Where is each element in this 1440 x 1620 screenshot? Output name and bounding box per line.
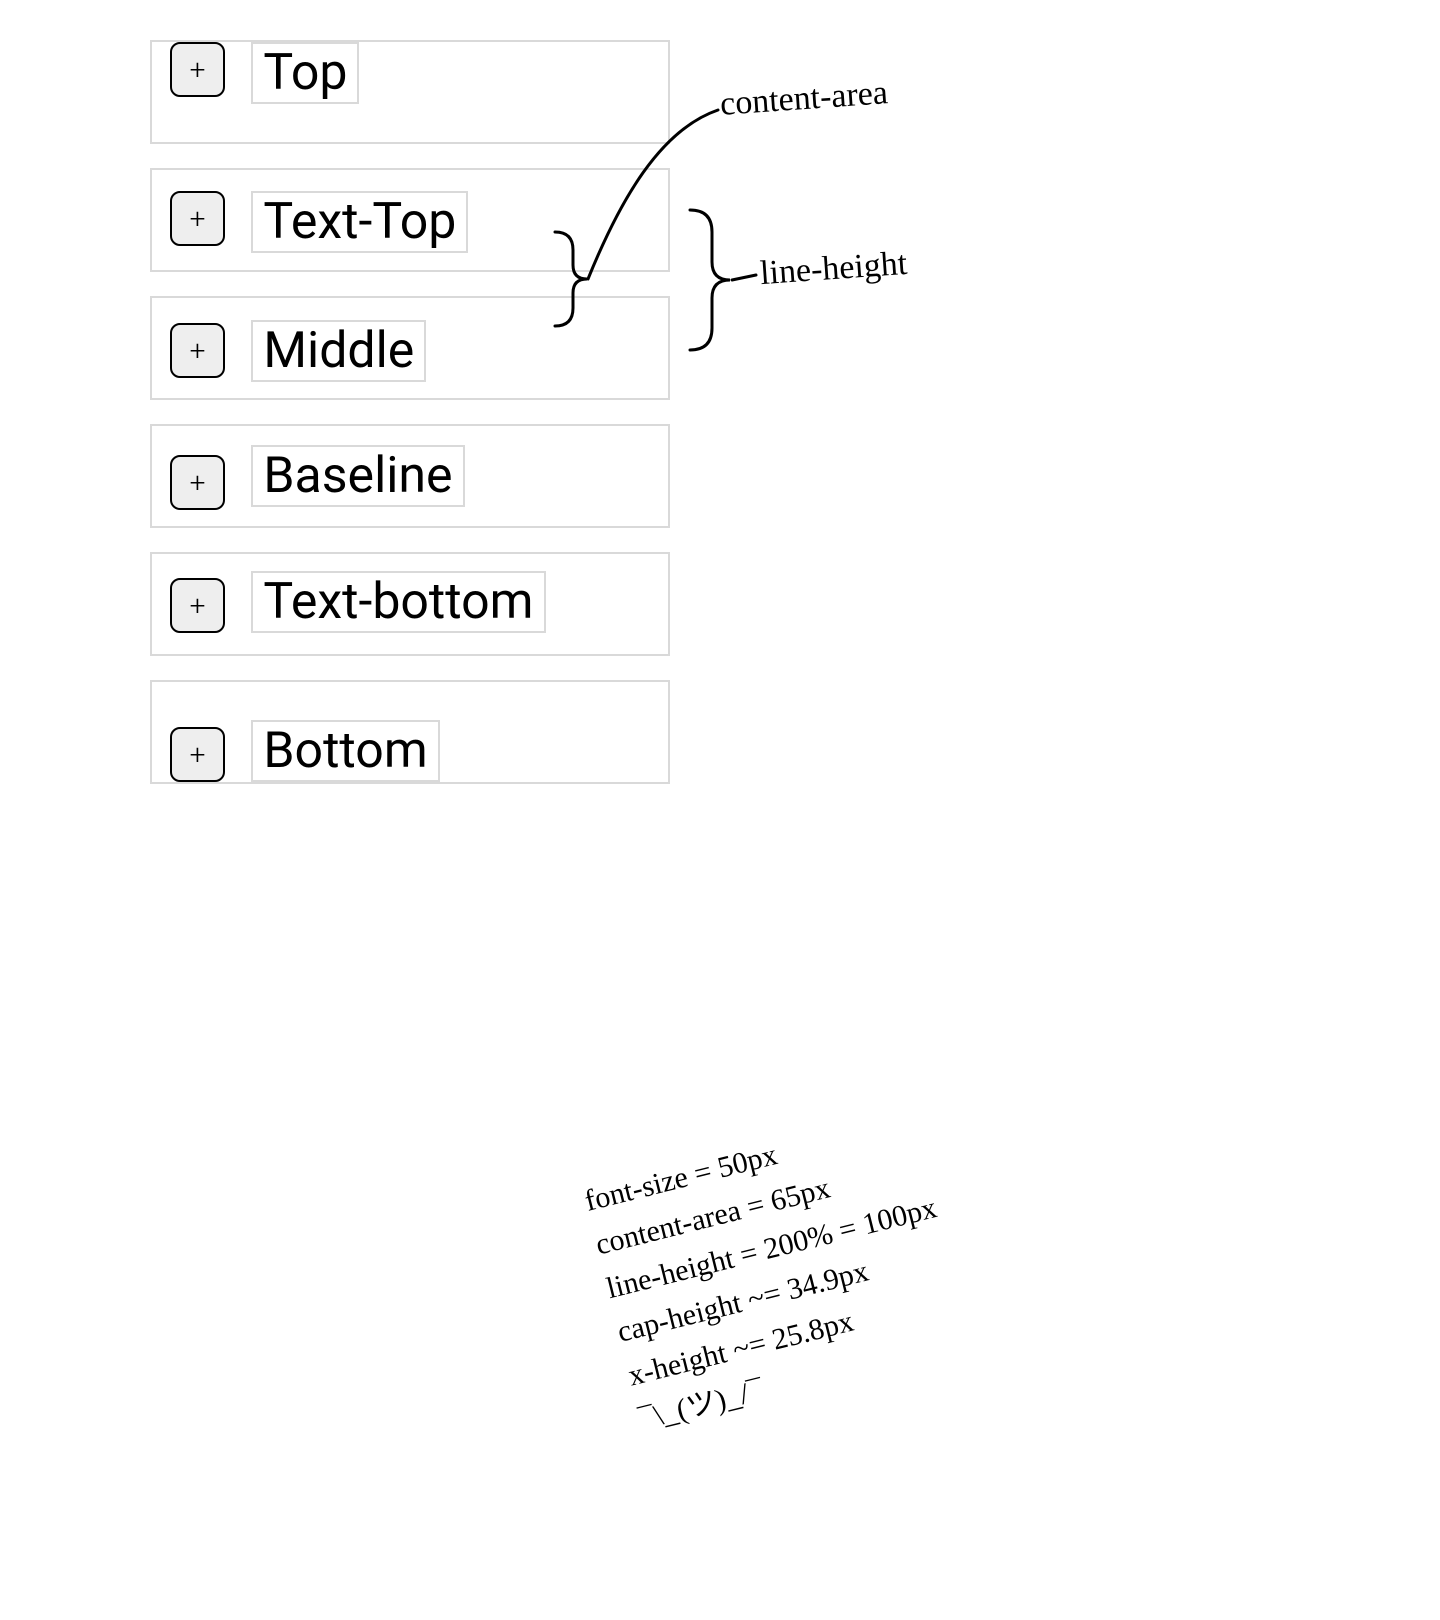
row-top: + Top xyxy=(150,40,670,144)
row-label: Text-bottom xyxy=(251,571,545,633)
row-baseline: + Baseline xyxy=(150,424,670,528)
callout-content-area: content-area xyxy=(719,74,889,124)
plus-button[interactable]: + xyxy=(170,578,225,633)
row-label: Text-Top xyxy=(251,191,468,253)
plus-button[interactable]: + xyxy=(170,191,225,246)
diagram-root: + Top + Text-Top + Middle + Baseline + T… xyxy=(0,0,1440,1620)
callout-line-height: line-height xyxy=(759,245,909,293)
row-text-bottom: + Text-bottom xyxy=(150,552,670,656)
row-text-top: + Text-Top xyxy=(150,168,670,272)
brace-line-height-icon xyxy=(690,210,730,350)
examples-stack: + Top + Text-Top + Middle + Baseline + T… xyxy=(150,40,670,808)
row-label: Middle xyxy=(251,320,426,382)
plus-button[interactable]: + xyxy=(170,727,225,782)
pointer-line-height-icon xyxy=(732,275,756,280)
plus-button[interactable]: + xyxy=(170,455,225,510)
row-label: Bottom xyxy=(251,720,439,782)
row-bottom: + Bottom xyxy=(150,680,670,784)
row-middle: + Middle xyxy=(150,296,670,400)
plus-button[interactable]: + xyxy=(170,42,225,97)
row-label: Top xyxy=(251,42,359,104)
row-label: Baseline xyxy=(251,445,464,507)
metrics-note: font-size = 50px content-area = 65px lin… xyxy=(580,1098,974,1442)
plus-button[interactable]: + xyxy=(170,323,225,378)
